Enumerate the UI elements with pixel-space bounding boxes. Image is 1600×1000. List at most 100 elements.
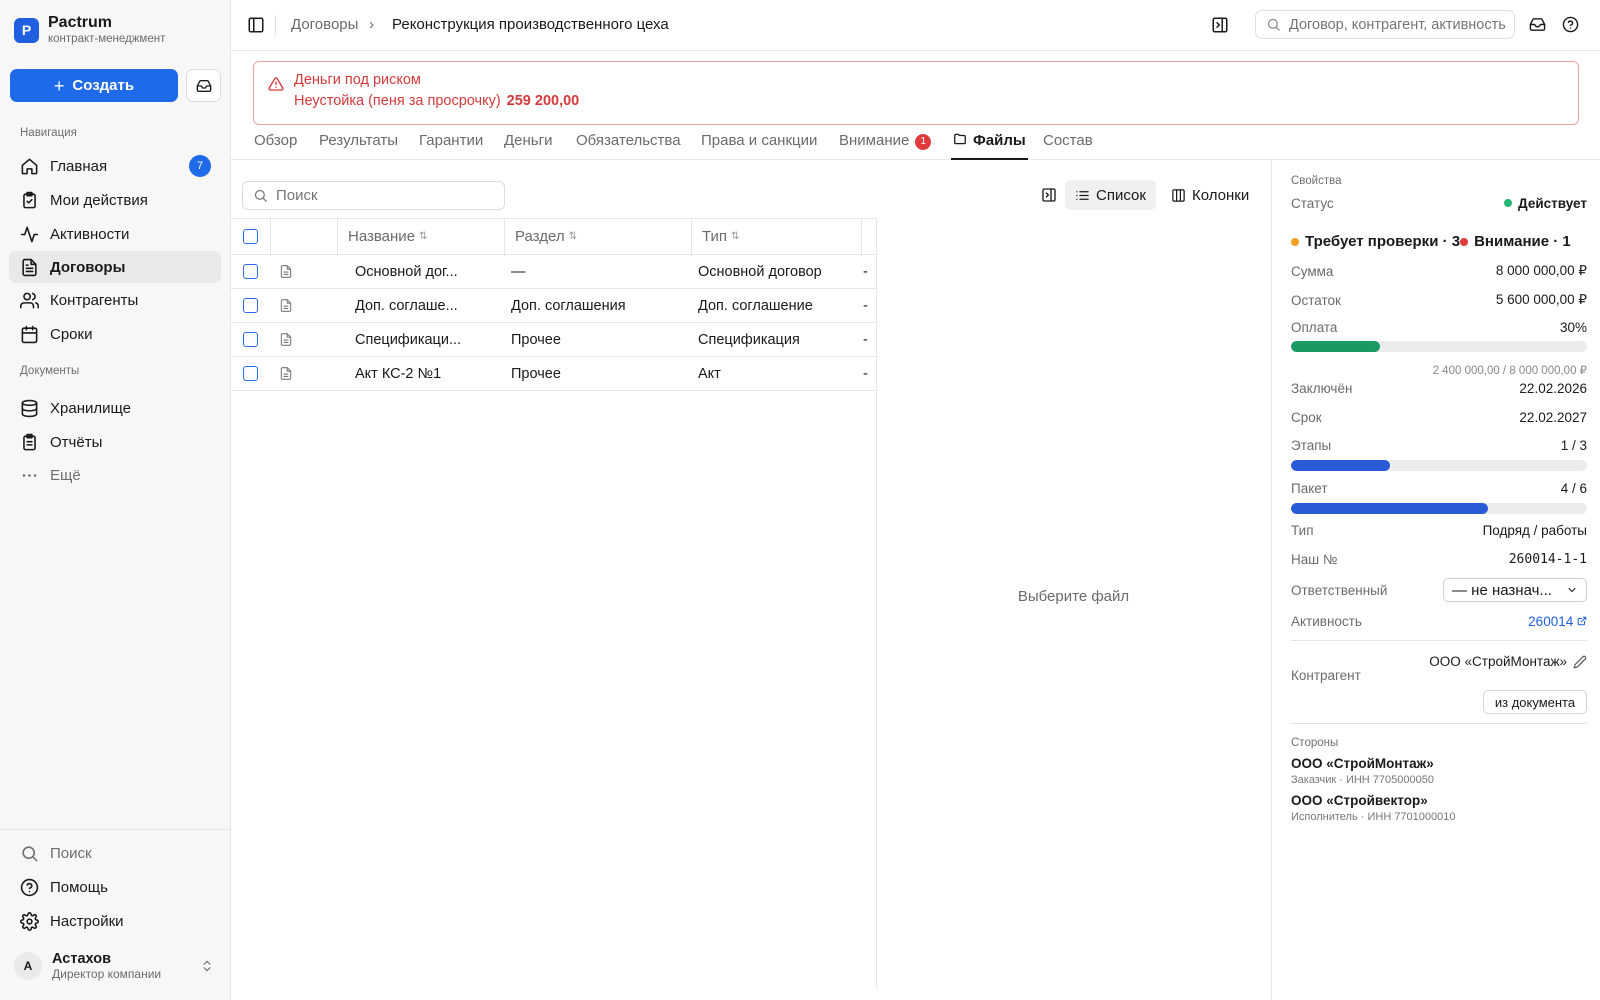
table-row[interactable]: Основной дог... — Основной договор - [231, 255, 876, 289]
tab-obligations[interactable]: Обязательства [576, 132, 681, 160]
brand-logo: P [14, 17, 39, 43]
global-search-input[interactable] [1289, 16, 1509, 33]
global-search[interactable] [1255, 10, 1515, 39]
brand[interactable]: P Pactrum контракт-менеджмент [14, 14, 165, 46]
row-checkbox[interactable] [243, 366, 258, 381]
column-header-label: Название [348, 228, 416, 245]
panel-right-icon[interactable] [1211, 16, 1229, 37]
activity-link[interactable]: 260014 [1528, 614, 1587, 629]
counterparty-value-row: ООО «СтройМонтаж» [1291, 654, 1587, 669]
review-text: Требует проверки · 3 [1305, 233, 1461, 250]
tab-overview[interactable]: Обзор [254, 132, 297, 160]
tab-results[interactable]: Результаты [319, 132, 398, 160]
sidebar-item-label: Отчёты [50, 433, 103, 451]
from-document-button[interactable]: из документа [1483, 690, 1587, 714]
inbox-button[interactable] [186, 69, 221, 102]
tab-attention[interactable]: Внимание 1 [839, 132, 932, 160]
sidebar-item-search[interactable]: Поиск [9, 837, 221, 869]
sort-icon: ⇅ [419, 231, 428, 242]
file-icon [279, 323, 293, 356]
tab-guarantees[interactable]: Гарантии [419, 132, 483, 160]
payment-label: Оплата [1291, 320, 1338, 335]
view-columns-button[interactable]: Колонки [1167, 180, 1253, 210]
file-icon [279, 289, 293, 322]
sidebar-item-activities[interactable]: Активности [9, 218, 221, 250]
sidebar-divider [0, 829, 230, 830]
empty-preview-text: Выберите файл [1017, 588, 1130, 605]
files-panel: Список Колонки Название⇅ Раздел⇅ Тип⇅ [231, 160, 1271, 1000]
calendar-icon [19, 324, 39, 344]
type-value: Подряд / работы [1482, 523, 1587, 538]
external-link-icon [1577, 616, 1587, 626]
table-row[interactable]: Спецификаци... Прочее Спецификация - [231, 323, 876, 357]
package-label: Пакет [1291, 481, 1328, 496]
sort-icon: ⇅ [568, 231, 577, 242]
status-value: Действует [1518, 196, 1587, 211]
sidebar-item-my-actions[interactable]: Мои действия [9, 184, 221, 216]
column-header-name[interactable]: Название ⇅ [348, 219, 427, 254]
create-button[interactable]: + Создать [10, 69, 178, 102]
brand-subtitle: контракт-менеджмент [48, 33, 166, 45]
tab-files[interactable]: Файлы [951, 132, 1028, 160]
type-row: Тип Подряд / работы [1291, 523, 1587, 538]
sidebar-item-home[interactable]: Главная 7 [9, 150, 221, 182]
party-name: ООО «Стройвектор» [1291, 793, 1428, 808]
row-checkbox[interactable] [243, 298, 258, 313]
plus-icon: + [53, 75, 65, 96]
table-row[interactable]: Акт КС-2 №1 Прочее Акт - [231, 357, 876, 391]
sidebar-item-storage[interactable]: Хранилище [9, 392, 221, 424]
row-checkbox[interactable] [243, 264, 258, 279]
view-list-button[interactable]: Список [1065, 180, 1156, 210]
user-profile[interactable]: А Астахов Директор компании [14, 951, 161, 981]
tab-money[interactable]: Деньги [504, 132, 552, 160]
risk-alert: Деньги под риском Неустойка (пеня за про… [253, 61, 1579, 125]
home-icon [19, 156, 39, 176]
sidebar-item-label: Главная [50, 157, 108, 175]
activity-icon [19, 224, 39, 244]
sidebar-item-deadlines[interactable]: Сроки [9, 318, 221, 350]
panel-toggle-icon[interactable] [1041, 187, 1057, 206]
column-header-type[interactable]: Тип ⇅ [702, 219, 739, 254]
inbox-icon[interactable] [1529, 16, 1546, 36]
status-dot [1504, 199, 1513, 207]
pencil-icon[interactable] [1573, 655, 1587, 669]
main-area: Договоры › Реконструкция производственно… [231, 0, 1600, 1000]
review-status-line[interactable]: Требует проверки · 3 Внимание · 1 [1291, 233, 1571, 250]
column-header-label: Раздел [515, 228, 565, 245]
party-details: Заказчик · ИНН 7705000050 [1291, 774, 1434, 786]
deadline-row: Срок 22.02.2027 [1291, 410, 1587, 425]
divider [1291, 723, 1587, 724]
sidebar-item-counterparties[interactable]: Контрагенты [9, 284, 221, 316]
stages-progress-fill [1291, 460, 1390, 471]
file-extra: - [863, 331, 868, 348]
sidebar-item-help[interactable]: Помощь [9, 871, 221, 903]
alert-amount: 259 200,00 [506, 93, 580, 109]
responsible-label: Ответственный [1291, 582, 1388, 598]
payment-value: 30% [1559, 320, 1587, 335]
file-section: Доп. соглашения [511, 297, 626, 314]
chevron-down-icon [1568, 587, 1576, 593]
files-search-input[interactable] [276, 187, 496, 204]
chevrons-up-down-icon[interactable] [200, 958, 214, 977]
breadcrumb-parent[interactable]: Договоры [291, 16, 358, 33]
topbar-separator [275, 15, 276, 35]
sidebar-item-more[interactable]: Ещё [9, 459, 221, 491]
select-all-checkbox[interactable] [243, 229, 258, 244]
payment-row: Оплата 30% [1291, 320, 1587, 335]
tab-composition[interactable]: Состав [1043, 132, 1093, 160]
sidebar-item-contracts[interactable]: Договоры [9, 251, 221, 283]
sidebar-item-settings[interactable]: Настройки [9, 905, 221, 937]
sidebar-item-reports[interactable]: Отчёты [9, 426, 221, 458]
row-checkbox[interactable] [243, 332, 258, 347]
sidebar-item-label: Активности [50, 225, 130, 243]
inbox-icon [196, 79, 211, 92]
files-search[interactable] [242, 181, 505, 210]
column-header-section[interactable]: Раздел ⇅ [515, 219, 577, 254]
responsible-select[interactable]: — не назнач... [1443, 578, 1587, 602]
table-row[interactable]: Доп. соглаше... Доп. соглашения Доп. сог… [231, 289, 876, 323]
sidebar-toggle-icon[interactable] [247, 16, 265, 37]
tab-rights-sanctions[interactable]: Права и санкции [701, 132, 817, 160]
help-icon[interactable] [1562, 16, 1579, 36]
properties-heading: Свойства [1291, 175, 1342, 187]
sidebar-item-label: Контрагенты [50, 291, 139, 309]
